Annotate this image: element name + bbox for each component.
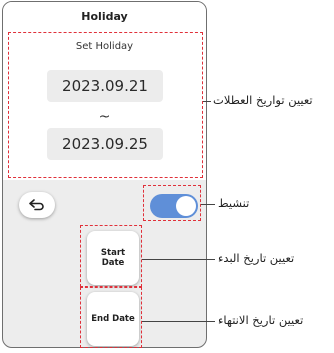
callout-line-dates (203, 101, 211, 102)
highlight-activate-toggle (143, 185, 201, 221)
back-button[interactable] (19, 192, 55, 218)
callout-set-holiday-dates: تعيين تواريخ العطلات (213, 93, 313, 107)
callout-set-end-date: تعيين تاريخ الانتهاء (218, 313, 304, 327)
screen-title: Holiday (3, 2, 206, 31)
callout-line-start (142, 259, 215, 260)
callout-line-activate (201, 204, 215, 205)
back-arrow-icon (29, 199, 44, 211)
callout-line-end (142, 321, 215, 322)
callout-set-start-date: تعيين تاريخ البدء (218, 251, 295, 265)
callout-activate: تنشيط (218, 196, 250, 210)
highlight-end-date (80, 287, 142, 348)
highlight-holiday-dates (8, 32, 203, 178)
highlight-start-date (80, 225, 142, 287)
